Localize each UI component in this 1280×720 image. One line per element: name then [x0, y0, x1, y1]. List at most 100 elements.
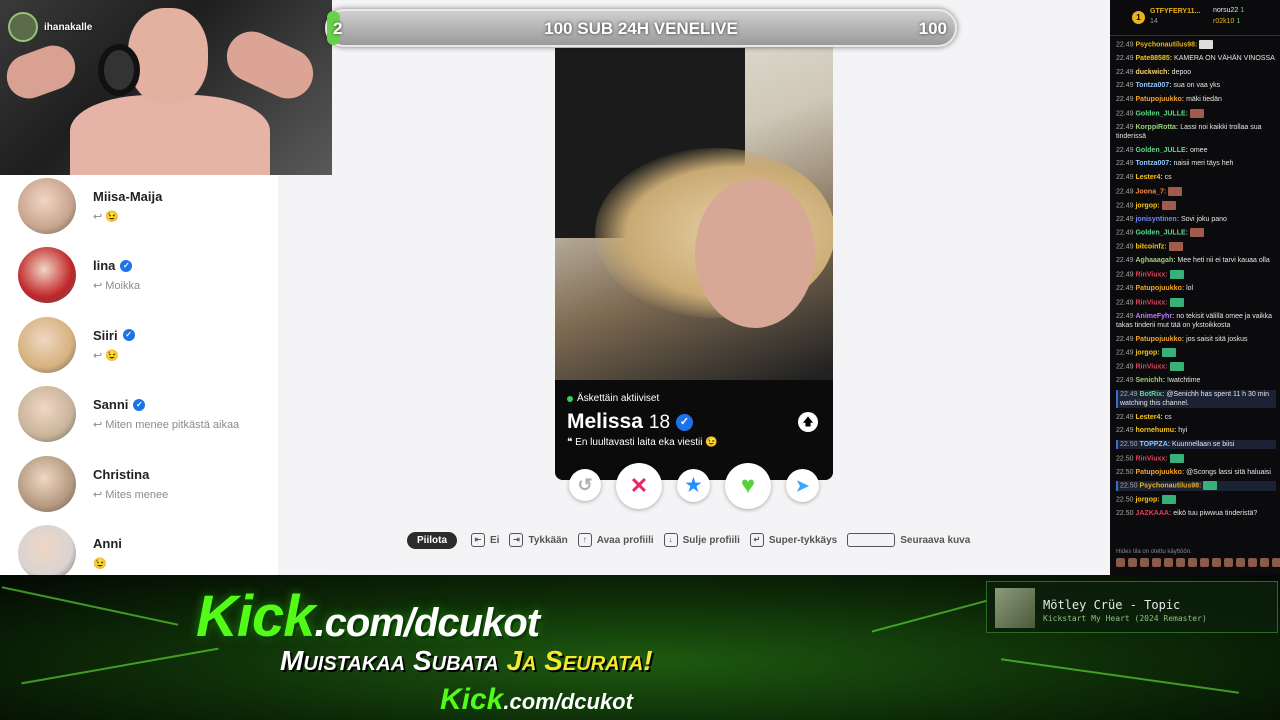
chat-message: 22.49 jorgop:: [1116, 348, 1276, 358]
emote-icon: [1272, 558, 1280, 567]
chat-username: RinViuxx:: [1135, 455, 1168, 463]
chat-username: Aghaaagah:: [1135, 257, 1176, 265]
rewind-icon[interactable]: ↺: [569, 469, 601, 501]
chat-username: Lester4:: [1135, 173, 1163, 181]
chat-messages[interactable]: 22.49 Psychonautilus98: 22.49 Pate88585:…: [1116, 40, 1276, 523]
chat-message: 22.50 RinViuxx:: [1116, 453, 1276, 463]
match-last-message: ↩ Miten menee pitkästä aikaa: [93, 419, 240, 432]
match-last-message: ↩ 😉: [93, 349, 119, 362]
online-dot-icon: [567, 395, 573, 402]
chat-username: Golden_JULLE:: [1135, 110, 1188, 118]
verified-badge-icon: ✓: [676, 413, 694, 431]
chat-username: Tontza007:: [1135, 82, 1172, 90]
now-playing-track: Kickstart My Heart (2024 Remaster): [1043, 614, 1207, 623]
chat-message: 22.50 Psychonautilus98:: [1116, 481, 1276, 491]
sub-goal-bar: 2 100 SUB 24H VENELIVE 100: [325, 9, 957, 47]
emote-bar[interactable]: [1116, 558, 1280, 567]
match-list-item[interactable]: Siiri ✓ ↩ 😉: [18, 315, 278, 375]
match-last-message: ↩ Mites menee: [93, 488, 169, 501]
chat-message: 22.49 Golden_JULLE:: [1116, 228, 1276, 238]
chat-username: Tontza007:: [1135, 160, 1172, 168]
match-list-item[interactable]: lina ✓ ↩ Moikka: [18, 245, 278, 305]
chat-username: Lester4:: [1135, 413, 1163, 421]
chat-message: 22.49 Lester4: cs: [1116, 413, 1172, 421]
chat-panel: 1 GTFYFERY11... 14 norsu22 1 r02k10 1 22…: [1110, 0, 1280, 575]
top-viewer-1: norsu22 1: [1213, 7, 1245, 14]
emote-icon: [1140, 558, 1149, 567]
chat-message: 22.49 RinViuxx:: [1116, 270, 1276, 280]
chat-username: bitcoinfz:: [1135, 243, 1167, 251]
like-icon[interactable]: ♥: [725, 463, 771, 509]
emote-icon: [1169, 362, 1184, 372]
chat-username: hornehumu:: [1135, 427, 1177, 435]
match-list-item[interactable]: Anni 😉: [18, 523, 278, 583]
match-avatar: [18, 316, 76, 373]
boost-icon[interactable]: ➤: [786, 469, 819, 502]
top-gifter: GTFYFERY11...: [1150, 8, 1201, 15]
chat-username: AnimeFyhr:: [1135, 312, 1175, 320]
match-list-item[interactable]: Christina ↩ Mites menee: [18, 454, 278, 514]
gift-icon: 1: [1132, 11, 1145, 24]
emote-icon: [1248, 558, 1257, 567]
emote-icon: [1260, 558, 1269, 567]
down-arrow-key-icon: ↓: [663, 533, 678, 547]
chat-username: jorgop:: [1135, 496, 1160, 504]
emote-icon: [1236, 558, 1245, 567]
verified-badge-icon: ✓: [120, 259, 133, 272]
superlike-icon[interactable]: ★: [677, 469, 710, 502]
chat-message: 22.49 Patupojuukko: lol: [1116, 285, 1194, 293]
match-avatar: [18, 386, 76, 443]
open-profile-icon[interactable]: 🡅: [798, 412, 818, 432]
match-name: Sanni ✓: [93, 397, 239, 412]
chat-message: 22.50 Patupojuukko: @Scongs lassi sitä h…: [1116, 468, 1271, 476]
nope-icon[interactable]: ✕: [616, 463, 662, 509]
chat-username: RinViuxx:: [1135, 271, 1168, 279]
headset-icon: [98, 44, 140, 96]
match-last-message: 😉: [93, 558, 107, 570]
chat-message: 22.50 JAZKAAA: eikö tuu piwwua tinderist…: [1116, 510, 1258, 518]
emote-icon: [1169, 453, 1184, 463]
chat-message: 22.49 jorgop:: [1116, 200, 1276, 210]
chat-message: 22.49 Joona_7:: [1116, 186, 1276, 196]
streamer-tag: ihanakalle: [8, 12, 92, 42]
profile-card[interactable]: Äskettäin aktiiviset Melissa 18 ✓ ❝ En l…: [555, 28, 833, 480]
webcam-overlay: ihanakalle: [0, 0, 332, 175]
chat-username: RinViuxx:: [1135, 299, 1168, 307]
chat-message: 22.49 duckwich: depoo: [1116, 68, 1192, 76]
space-key-icon: [847, 533, 896, 547]
match-list-item[interactable]: Miisa-Maija ↩ 😉: [18, 176, 278, 236]
chat-username: Patupojuukko:: [1135, 468, 1185, 476]
keyboard-shortcuts: Piilota ⇤ Ei ⇥ Tykkään ↑ Avaa profiili ↓ Sul…: [407, 530, 976, 550]
chat-username: BotRix:: [1139, 390, 1165, 398]
chat-username: duckwich:: [1135, 68, 1170, 76]
right-arrow-key-icon: ⇥: [509, 533, 524, 547]
chat-message: 22.49 Tontza007: naisii meri täys heh: [1116, 160, 1234, 168]
match-name: Anni: [93, 536, 122, 551]
chat-username: RinViuxx:: [1135, 363, 1168, 371]
emote-icon: [1176, 558, 1185, 567]
emote-icon: [1169, 270, 1184, 280]
verified-badge-icon: ✓: [122, 329, 135, 342]
chat-message: 22.49 Tontza007: sua on vaa yks: [1116, 82, 1221, 90]
emote-icon: [1224, 558, 1233, 567]
chat-username: jorgop:: [1135, 201, 1160, 209]
match-avatar: [18, 455, 76, 512]
chat-message: 22.49 hornehumu: hyi: [1116, 427, 1188, 435]
top-viewer-2: r02k10 1: [1213, 18, 1241, 25]
match-list-item[interactable]: Sanni ✓ ↩ Miten menee pitkästä aikaa: [18, 384, 278, 444]
emote-icon: [1161, 200, 1176, 210]
profile-bio: ❝ En luultavasti laita eka viestii 😉: [567, 437, 718, 448]
emote-icon: [1189, 228, 1204, 238]
chat-message: 22.49 bitcoinfz:: [1116, 242, 1276, 252]
emote-icon: [1152, 558, 1161, 567]
profile-name: Melissa 18 ✓: [567, 410, 694, 434]
match-avatar: [18, 178, 76, 234]
chat-message: 22.50 jorgop:: [1116, 495, 1276, 505]
chat-message: 22.50 TOPPZA: Kuunnellaan se biisi: [1116, 440, 1276, 449]
chat-username: Senichh:: [1135, 377, 1166, 385]
action-buttons: ↺ ✕ ★ ♥ ➤: [565, 463, 825, 509]
emote-icon: [1169, 297, 1184, 307]
chat-username: JAZKAAA:: [1135, 510, 1172, 518]
emote-icon: [1168, 186, 1183, 196]
hide-shortcuts-button[interactable]: Piilota: [407, 531, 458, 549]
